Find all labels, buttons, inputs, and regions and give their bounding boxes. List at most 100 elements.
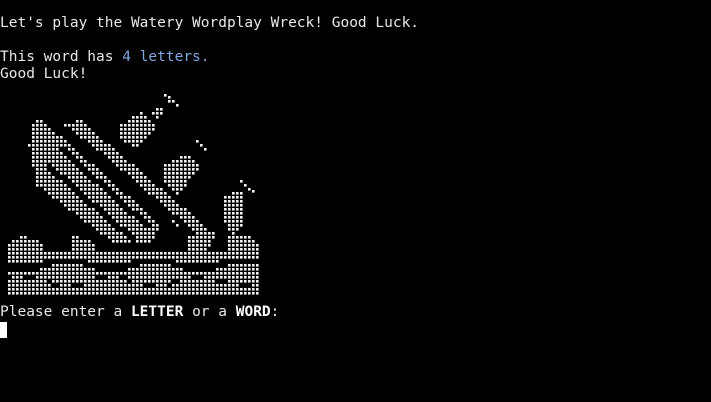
art-dot [176, 160, 179, 163]
art-dot [108, 156, 111, 159]
art-dot [48, 256, 51, 259]
art-dot [120, 192, 123, 195]
art-dot [196, 244, 199, 247]
art-dot [56, 136, 59, 139]
art-dot [108, 256, 111, 259]
art-dot [152, 192, 155, 195]
art-dot [8, 288, 11, 291]
art-dot [96, 212, 99, 215]
art-dot [204, 284, 207, 287]
art-dot [132, 220, 135, 223]
art-dot [160, 284, 163, 287]
art-dot [44, 152, 47, 155]
art-dot [160, 196, 163, 199]
terminal-window[interactable]: Let's play the Watery Wordplay Wreck! Go… [0, 0, 711, 402]
art-dot [140, 112, 143, 115]
art-dot [180, 184, 183, 187]
art-dot [256, 264, 259, 267]
art-dot [192, 252, 195, 255]
art-dot [240, 276, 243, 279]
art-dot [236, 284, 239, 287]
art-dot [92, 216, 95, 219]
art-dot [76, 212, 79, 215]
art-dot [96, 168, 99, 171]
art-dot [80, 292, 83, 295]
art-dot [52, 184, 55, 187]
art-dot [36, 168, 39, 171]
art-dot [144, 132, 147, 135]
art-dot [48, 156, 51, 159]
art-dot [44, 124, 47, 127]
art-dot [132, 268, 135, 271]
art-dot [92, 276, 95, 279]
art-dot [112, 232, 115, 235]
art-dot [120, 196, 123, 199]
art-dot [104, 152, 107, 155]
art-dot [156, 228, 159, 231]
art-dot [136, 268, 139, 271]
art-dot [248, 188, 251, 191]
art-dot [60, 264, 63, 267]
text-cursor[interactable] [0, 322, 7, 338]
art-dot [64, 156, 67, 159]
art-dot [92, 248, 95, 251]
art-dot [188, 212, 191, 215]
art-dot [72, 176, 75, 179]
art-dot [212, 236, 215, 239]
art-dot [168, 196, 171, 199]
art-dot [204, 240, 207, 243]
art-dot [48, 128, 51, 131]
art-dot [64, 204, 67, 207]
art-dot [180, 172, 183, 175]
art-dot [16, 252, 19, 255]
art-dot [232, 216, 235, 219]
art-dot [76, 152, 79, 155]
art-dot [128, 256, 131, 259]
art-dot [156, 224, 159, 227]
art-dot [116, 260, 119, 263]
art-dot [184, 160, 187, 163]
art-dot [156, 108, 159, 111]
art-dot [60, 200, 63, 203]
art-dot [76, 196, 79, 199]
art-dot [44, 144, 47, 147]
art-dot [16, 240, 19, 243]
art-dot [188, 164, 191, 167]
art-dot [164, 172, 167, 175]
art-dot [228, 216, 231, 219]
art-dot [48, 144, 51, 147]
art-dot [88, 164, 91, 167]
art-dot [104, 284, 107, 287]
art-dot [80, 180, 83, 183]
art-dot [76, 156, 79, 159]
art-dot [96, 172, 99, 175]
art-dot [176, 208, 179, 211]
art-dot [36, 140, 39, 143]
art-dot [116, 220, 119, 223]
art-dot [116, 272, 119, 275]
art-dot [72, 268, 75, 271]
art-dot [132, 144, 135, 147]
art-dot [128, 168, 131, 171]
art-dot [36, 244, 39, 247]
art-dot [220, 292, 223, 295]
art-dot [176, 212, 179, 215]
art-dot [44, 148, 47, 151]
art-dot [240, 200, 243, 203]
art-dot [84, 216, 87, 219]
art-dot [108, 292, 111, 295]
art-dot [60, 160, 63, 163]
art-dot [80, 248, 83, 251]
art-dot [136, 168, 139, 171]
art-dot [136, 240, 139, 243]
art-dot [192, 228, 195, 231]
art-dot [128, 252, 131, 255]
art-dot [96, 220, 99, 223]
art-dot [220, 284, 223, 287]
art-dot [252, 248, 255, 251]
art-dot [44, 132, 47, 135]
art-dot [184, 256, 187, 259]
art-dot [140, 208, 143, 211]
art-dot [252, 284, 255, 287]
art-dot [100, 204, 103, 207]
